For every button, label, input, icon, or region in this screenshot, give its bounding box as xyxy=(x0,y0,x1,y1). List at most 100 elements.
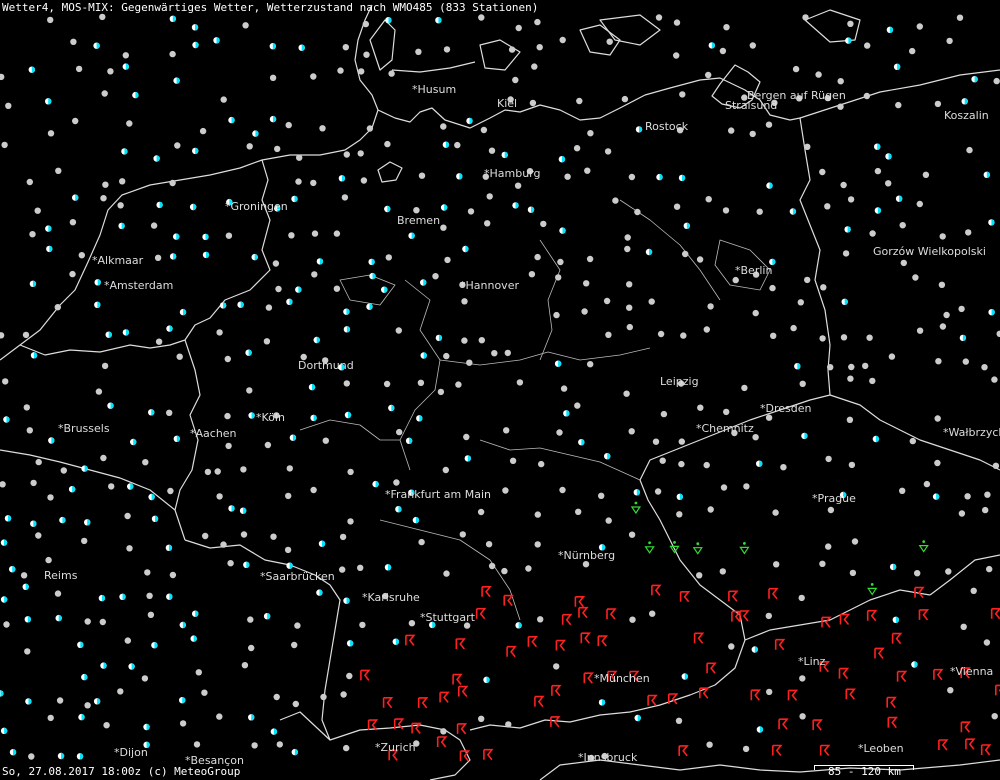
cloud-icon xyxy=(199,127,207,135)
cloud-icon xyxy=(291,641,298,649)
cloud-icon xyxy=(652,438,660,445)
cloud-icon xyxy=(804,276,811,284)
cloud-icon xyxy=(981,364,988,371)
cloud-icon xyxy=(825,543,832,550)
city-label: Bremen xyxy=(397,214,441,227)
cloud-icon xyxy=(418,172,426,179)
cloud-icon xyxy=(340,691,347,698)
cloud-icon xyxy=(488,562,496,570)
cloud-icon xyxy=(720,484,728,491)
city-label: Karlsruhe xyxy=(362,592,420,604)
cloud-icon xyxy=(455,381,462,388)
partly-icon xyxy=(635,126,643,133)
cloud-icon xyxy=(604,148,612,155)
cloud-icon xyxy=(81,537,88,545)
city-label: Husum xyxy=(412,84,457,96)
partly-icon xyxy=(153,155,160,162)
city-label: München xyxy=(594,673,650,685)
cloud-icon xyxy=(339,566,346,573)
cloud-icon xyxy=(798,594,805,602)
cloud-icon xyxy=(417,379,425,386)
cloud-icon xyxy=(749,130,756,138)
partly-icon xyxy=(845,37,852,44)
city-label: Besançon xyxy=(185,755,245,767)
cloud-icon xyxy=(703,461,710,469)
cloud-icon xyxy=(956,14,964,21)
cloud-icon xyxy=(505,721,512,728)
partly-icon xyxy=(346,640,354,647)
cloud-icon xyxy=(150,222,158,229)
partly-icon xyxy=(435,17,442,24)
partly-icon xyxy=(148,493,155,501)
cloud-icon xyxy=(337,67,344,74)
cloud-icon xyxy=(628,428,635,435)
cloud-icon xyxy=(359,621,366,629)
partly-icon xyxy=(25,698,32,705)
city-label: Prague xyxy=(812,493,856,505)
cloud-icon xyxy=(3,621,10,628)
partly-icon xyxy=(173,77,180,84)
cloud-icon xyxy=(540,220,547,228)
partly-icon xyxy=(440,204,448,211)
partly-icon xyxy=(384,205,391,213)
cloud-icon xyxy=(103,722,110,729)
partly-icon xyxy=(219,302,227,309)
cloud-icon xyxy=(225,232,233,239)
cloud-icon xyxy=(202,532,209,540)
cloud-icon xyxy=(846,416,854,423)
cloud-icon xyxy=(319,125,326,132)
partly-icon xyxy=(148,409,155,416)
cloud-icon xyxy=(357,564,364,571)
cloud-icon xyxy=(502,487,509,494)
cloud-icon xyxy=(586,255,594,263)
cloud-icon xyxy=(581,308,588,315)
partly-icon xyxy=(269,115,277,123)
cloud-icon xyxy=(362,20,369,28)
city-label: Hannover xyxy=(460,280,520,292)
cloud-icon xyxy=(358,68,365,75)
cloud-icon xyxy=(322,437,329,444)
city-label: Linz xyxy=(798,656,826,668)
partly-icon xyxy=(59,516,66,524)
cloud-icon xyxy=(204,468,212,476)
cloud-icon xyxy=(480,126,488,134)
city-label: Dortmund xyxy=(298,359,354,372)
cloud-icon xyxy=(719,47,727,55)
cloud-icon xyxy=(780,464,787,471)
partly-icon xyxy=(558,156,566,163)
cloud-icon xyxy=(553,663,560,670)
cloud-icon xyxy=(69,270,76,278)
cloud-icon xyxy=(634,208,641,216)
cloud-icon xyxy=(678,460,685,468)
partly-icon xyxy=(895,195,903,202)
partly-icon xyxy=(412,516,420,524)
cloud-icon xyxy=(251,742,258,749)
partly-icon xyxy=(395,506,402,513)
cloud-icon xyxy=(842,250,850,257)
partly-icon xyxy=(385,17,392,24)
cloud-icon xyxy=(840,181,847,189)
cloud-icon xyxy=(621,95,629,103)
city-label: Groningen xyxy=(225,201,288,213)
partly-icon xyxy=(841,298,848,305)
city-label: Koszalin xyxy=(944,109,989,122)
partly-icon xyxy=(29,280,37,287)
partly-icon xyxy=(128,663,135,670)
cloud-icon xyxy=(966,146,973,154)
cloud-icon xyxy=(864,42,871,49)
cloud-icon xyxy=(154,254,162,261)
partly-icon xyxy=(30,520,37,527)
cloud-icon xyxy=(628,173,636,181)
cloud-icon xyxy=(60,467,67,474)
partly-icon xyxy=(416,415,423,422)
cloud-icon xyxy=(537,616,544,623)
partly-icon xyxy=(442,141,450,148)
partly-icon xyxy=(381,286,388,293)
cloud-icon xyxy=(851,538,859,545)
cloud-icon xyxy=(840,334,848,341)
cloud-icon xyxy=(146,592,153,599)
cloud-icon xyxy=(124,637,131,644)
cloud-icon xyxy=(847,375,854,382)
partly-icon xyxy=(932,493,940,500)
cloud-icon xyxy=(155,338,163,345)
